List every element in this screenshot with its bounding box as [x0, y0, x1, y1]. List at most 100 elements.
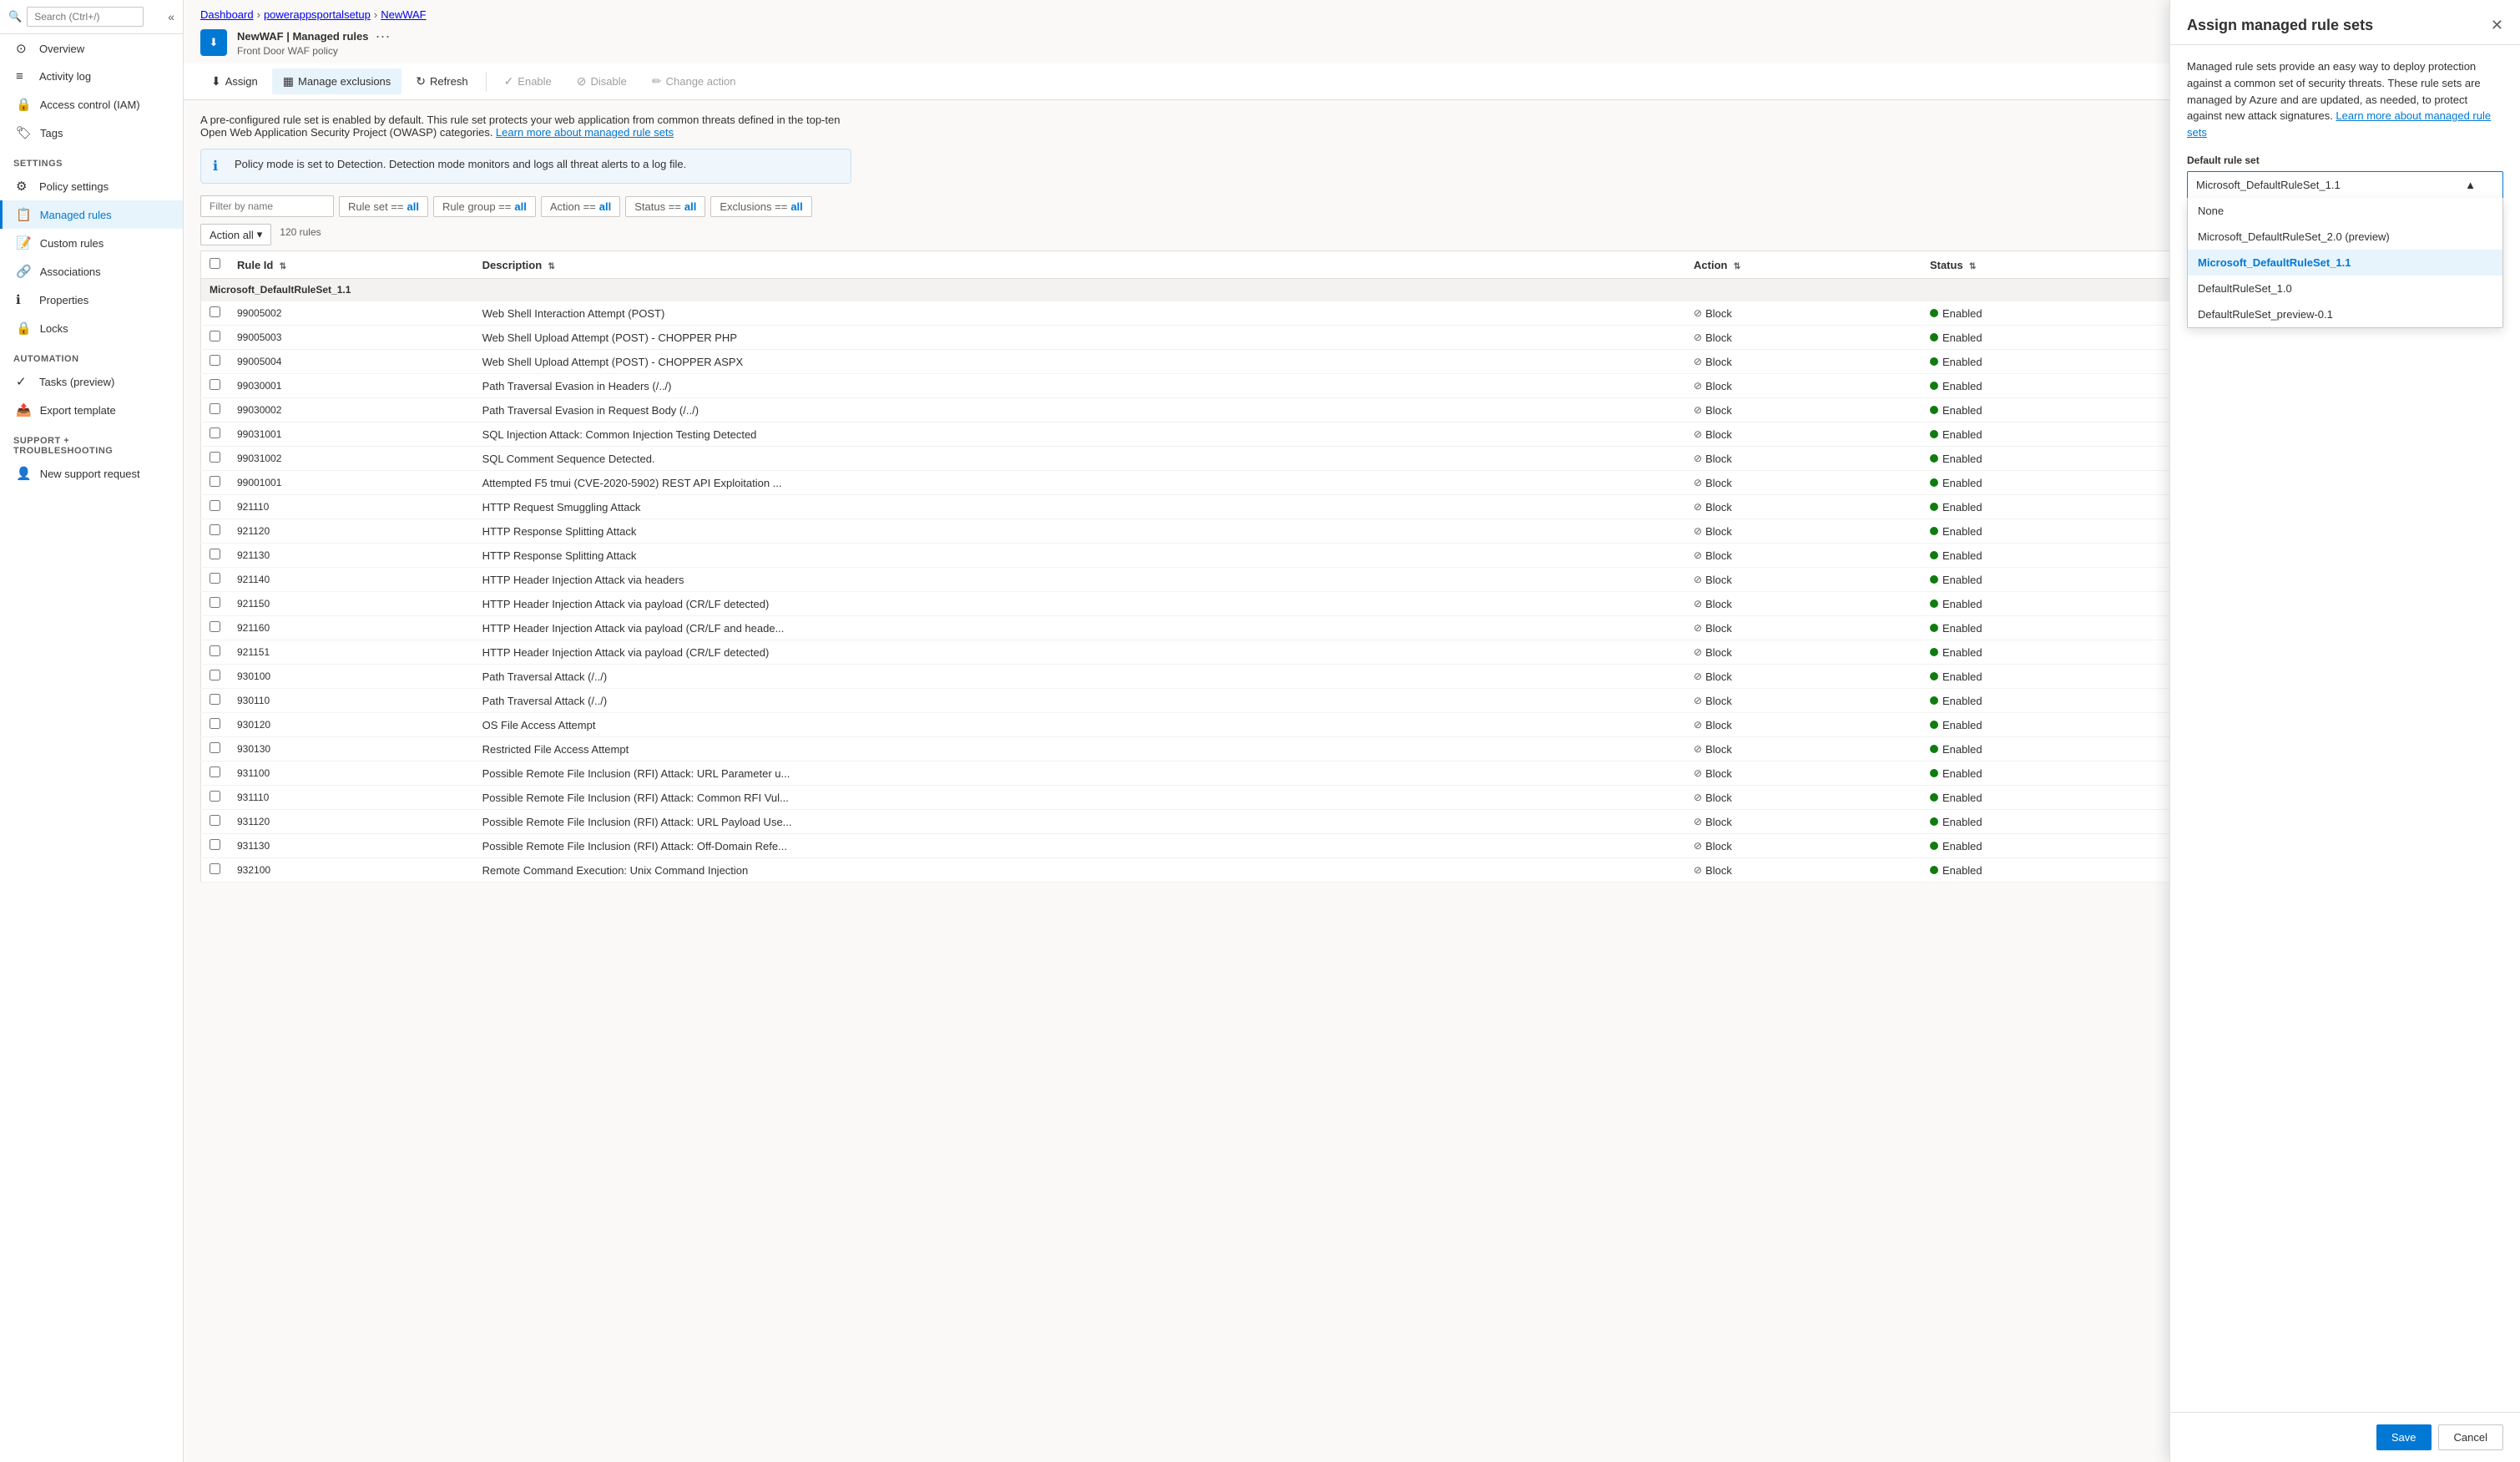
manage-exclusions-button[interactable]: ▦ Manage exclusions	[272, 68, 402, 94]
action-filter[interactable]: Action == all	[541, 196, 620, 217]
row-checkbox-cell[interactable]	[201, 592, 230, 616]
row-checkbox-cell[interactable]	[201, 374, 230, 398]
dropdown-item-2-0[interactable]: Microsoft_DefaultRuleSet_2.0 (preview)	[2188, 224, 2502, 250]
sidebar-item-overview[interactable]: ⊙ Overview	[0, 34, 183, 63]
status-header[interactable]: Status ⇅	[1922, 251, 2178, 279]
row-checkbox-cell[interactable]	[201, 640, 230, 665]
enable-button[interactable]: ✓ Enable	[493, 68, 563, 94]
row-checkbox[interactable]	[210, 839, 220, 850]
sidebar-item-locks[interactable]: 🔒 Locks	[0, 314, 183, 342]
rule-group-filter[interactable]: Rule group == all	[433, 196, 536, 217]
row-checkbox[interactable]	[210, 500, 220, 511]
sidebar-item-access-control[interactable]: 🔒 Access control (IAM)	[0, 90, 183, 119]
row-checkbox-cell[interactable]	[201, 737, 230, 761]
row-checkbox[interactable]	[210, 791, 220, 802]
sidebar-item-tasks[interactable]: ✓ Tasks (preview)	[0, 367, 183, 396]
row-checkbox[interactable]	[210, 694, 220, 705]
row-checkbox[interactable]	[210, 403, 220, 414]
row-checkbox-cell[interactable]	[201, 665, 230, 689]
row-checkbox[interactable]	[210, 476, 220, 487]
filter-by-name-input[interactable]	[200, 195, 334, 217]
row-checkbox[interactable]	[210, 452, 220, 463]
select-all-checkbox[interactable]	[210, 258, 220, 269]
sidebar-item-properties[interactable]: ℹ Properties	[0, 286, 183, 314]
dropdown-item-none[interactable]: None	[2188, 198, 2502, 224]
row-checkbox-cell[interactable]	[201, 326, 230, 350]
sidebar-item-managed-rules[interactable]: 📋 Managed rules	[0, 200, 183, 229]
exclusions-filter-value: all	[790, 200, 802, 213]
row-checkbox[interactable]	[210, 355, 220, 366]
row-checkbox-cell[interactable]	[201, 810, 230, 834]
sidebar-item-custom-rules[interactable]: 📝 Custom rules	[0, 229, 183, 257]
sidebar-item-associations[interactable]: 🔗 Associations	[0, 257, 183, 286]
row-checkbox-cell[interactable]	[201, 495, 230, 519]
dropdown-item-default-1-0[interactable]: DefaultRuleSet_1.0	[2188, 276, 2502, 301]
row-checkbox-cell[interactable]	[201, 786, 230, 810]
panel-cancel-button[interactable]: Cancel	[2438, 1424, 2503, 1450]
row-checkbox-cell[interactable]	[201, 350, 230, 374]
status-filter[interactable]: Status == all	[625, 196, 705, 217]
row-checkbox-cell[interactable]	[201, 858, 230, 883]
info-link[interactable]: Learn more about managed rule sets	[496, 126, 674, 139]
row-checkbox[interactable]	[210, 524, 220, 535]
row-checkbox-cell[interactable]	[201, 834, 230, 858]
row-checkbox-cell[interactable]	[201, 471, 230, 495]
exclusions-filter[interactable]: Exclusions == all	[710, 196, 811, 217]
table-row: 921130 HTTP Response Splitting Attack ⊘ …	[201, 544, 2503, 568]
row-rule-id: 932100	[229, 858, 474, 883]
sidebar-item-new-support-request[interactable]: 👤 New support request	[0, 459, 183, 488]
dropdown-item-1-1[interactable]: Microsoft_DefaultRuleSet_1.1	[2188, 250, 2502, 276]
row-checkbox[interactable]	[210, 863, 220, 874]
row-checkbox-cell[interactable]	[201, 422, 230, 447]
panel-close-button[interactable]: ✕	[2491, 17, 2503, 34]
row-checkbox-cell[interactable]	[201, 713, 230, 737]
row-checkbox[interactable]	[210, 379, 220, 390]
sidebar-item-policy-settings[interactable]: ⚙ Policy settings	[0, 172, 183, 200]
row-checkbox[interactable]	[210, 549, 220, 559]
panel-save-button[interactable]: Save	[2376, 1424, 2432, 1450]
row-checkbox[interactable]	[210, 645, 220, 656]
row-checkbox-cell[interactable]	[201, 568, 230, 592]
row-checkbox-cell[interactable]	[201, 616, 230, 640]
rule-id-header[interactable]: Rule Id ⇅	[229, 251, 474, 279]
sidebar-item-activity-log[interactable]: ≡ Activity log	[0, 63, 183, 90]
row-checkbox-cell[interactable]	[201, 761, 230, 786]
action-all-button[interactable]: Action all ▾	[200, 224, 271, 245]
row-checkbox[interactable]	[210, 427, 220, 438]
sidebar-item-tags[interactable]: 🏷 Tags	[0, 119, 183, 147]
change-action-button[interactable]: ✏ Change action	[641, 68, 747, 94]
rule-set-filter[interactable]: Rule set == all	[339, 196, 428, 217]
row-checkbox[interactable]	[210, 815, 220, 826]
description-header[interactable]: Description ⇅	[474, 251, 1685, 279]
more-options-button[interactable]: ···	[376, 28, 391, 45]
action-header[interactable]: Action ⇅	[1685, 251, 1922, 279]
row-checkbox[interactable]	[210, 597, 220, 608]
row-checkbox[interactable]	[210, 573, 220, 584]
breadcrumb-dashboard[interactable]: Dashboard	[200, 8, 254, 21]
breadcrumb-newwaf[interactable]: NewWAF	[381, 8, 426, 21]
dropdown-item-preview-0-1[interactable]: DefaultRuleSet_preview-0.1	[2188, 301, 2502, 327]
sidebar-collapse-button[interactable]: «	[168, 10, 174, 23]
row-checkbox[interactable]	[210, 621, 220, 632]
row-checkbox-cell[interactable]	[201, 519, 230, 544]
assign-button[interactable]: ⬇ Assign	[200, 68, 269, 94]
row-checkbox[interactable]	[210, 306, 220, 317]
row-checkbox[interactable]	[210, 742, 220, 753]
sidebar-item-export-template[interactable]: 📤 Export template	[0, 396, 183, 424]
row-checkbox-cell[interactable]	[201, 447, 230, 471]
row-checkbox[interactable]	[210, 331, 220, 341]
row-checkbox[interactable]	[210, 718, 220, 729]
disable-button[interactable]: ⊘ Disable	[566, 68, 638, 94]
panel-dropdown-trigger[interactable]: Microsoft_DefaultRuleSet_1.1 ▲	[2187, 171, 2503, 198]
search-input[interactable]	[27, 7, 144, 27]
row-checkbox-cell[interactable]	[201, 544, 230, 568]
select-all-header[interactable]	[201, 251, 230, 279]
row-checkbox-cell[interactable]	[201, 398, 230, 422]
row-checkbox-cell[interactable]	[201, 301, 230, 326]
row-checkbox[interactable]	[210, 670, 220, 680]
refresh-button[interactable]: ↻ Refresh	[405, 68, 478, 94]
row-description: Path Traversal Attack (/../)	[474, 689, 1685, 713]
breadcrumb-portalsetup[interactable]: powerappsportalsetup	[264, 8, 371, 21]
row-checkbox[interactable]	[210, 766, 220, 777]
row-checkbox-cell[interactable]	[201, 689, 230, 713]
